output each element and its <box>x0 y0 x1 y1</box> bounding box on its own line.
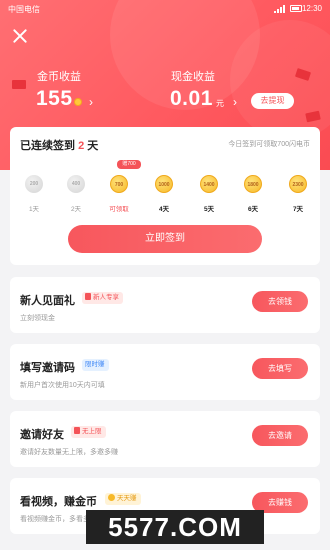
day-label: 5天 <box>203 206 215 213</box>
chevron-right-icon[interactable]: › <box>89 95 93 109</box>
task-desc: 邀请好友数量无上限，多邀多赚 <box>20 449 118 456</box>
task-card: 邀请好友 无上限 邀请好友数量无上限，多邀多赚 去邀请 <box>10 411 320 467</box>
task-desc: 新用户首次使用10天内可填 <box>20 382 105 389</box>
task-name: 看视频，赚金币 <box>20 496 97 508</box>
coin-icon <box>108 494 115 501</box>
signin-card: 已连续签到 2 天 今日签到可领取700闪电币 赠700 200 1天 400 … <box>10 127 320 265</box>
day-coin: 1800 <box>244 175 262 193</box>
clock: 12:30 <box>301 4 322 13</box>
carrier-name: 中国电信 <box>8 5 40 14</box>
withdraw-button[interactable]: 去提现 <box>251 93 294 109</box>
bonus-tag: 赠700 <box>117 160 141 169</box>
signal-icon <box>274 5 285 13</box>
task-badge: 无上限 <box>71 426 106 438</box>
task-button[interactable]: 去邀请 <box>252 425 308 446</box>
task-badge-label: 无上限 <box>82 428 102 435</box>
day-label: 7天 <box>292 206 304 213</box>
gift-icon <box>74 427 80 434</box>
day-coin: 1000 <box>155 175 173 193</box>
task-badge: 新人专享 <box>82 292 123 304</box>
signin-title-suffix: 天 <box>84 140 99 152</box>
day-coin[interactable]: 700 <box>110 175 128 193</box>
signin-button[interactable]: 立即签到 <box>68 225 262 253</box>
task-desc: 立刻领现金 <box>20 315 55 322</box>
coin-icon <box>74 98 82 106</box>
task-card: 新人见面礼 新人专享 立刻领现金 去领钱 <box>10 277 320 333</box>
gift-icon <box>85 293 91 300</box>
coin-earnings-label: 金币收益 <box>37 71 81 83</box>
day-coin: 400 <box>67 175 85 193</box>
chevron-right-icon[interactable]: › <box>233 95 237 109</box>
red-envelope-icon <box>12 80 26 89</box>
cash-unit: 元 <box>216 99 224 108</box>
cash-earnings-value: 0.01 <box>170 87 213 110</box>
task-badge: 天天赚 <box>105 493 141 505</box>
day-coin: 200 <box>25 175 43 193</box>
task-button[interactable]: 去领钱 <box>252 291 308 312</box>
day-label: 6天 <box>247 206 259 213</box>
task-badge: 限时赚 <box>82 359 109 371</box>
signin-title: 已连续签到 2 天 <box>20 137 98 153</box>
cash-earnings-label: 现金收益 <box>171 71 215 83</box>
task-badge-label: 新人专享 <box>93 294 119 301</box>
task-name: 邀请好友 <box>20 429 64 441</box>
task-badge-label: 天天赚 <box>117 495 137 502</box>
day-label: 1天 <box>28 206 40 213</box>
close-icon[interactable] <box>11 27 29 45</box>
day-coin: 1400 <box>200 175 218 193</box>
task-card: 填写邀请码 限时赚 新用户首次使用10天内可填 去填写 <box>10 344 320 400</box>
signin-title-prefix: 已连续签到 <box>20 140 79 152</box>
day-label: 4天 <box>158 206 170 213</box>
day-label: 2天 <box>70 206 82 213</box>
status-bar: 中国电信 12:30 <box>0 0 330 18</box>
day-coin: 2300 <box>289 175 307 193</box>
battery-icon <box>290 5 302 12</box>
task-button[interactable]: 去填写 <box>252 358 308 379</box>
task-name: 填写邀请码 <box>20 362 75 374</box>
watermark: 5577.COM <box>86 510 264 544</box>
task-name: 新人见面礼 <box>20 295 75 307</box>
day-label: 可领取 <box>109 206 129 213</box>
coin-earnings-value: 155 <box>36 87 73 110</box>
signin-hint: 今日签到可领取700闪电币 <box>228 141 310 148</box>
